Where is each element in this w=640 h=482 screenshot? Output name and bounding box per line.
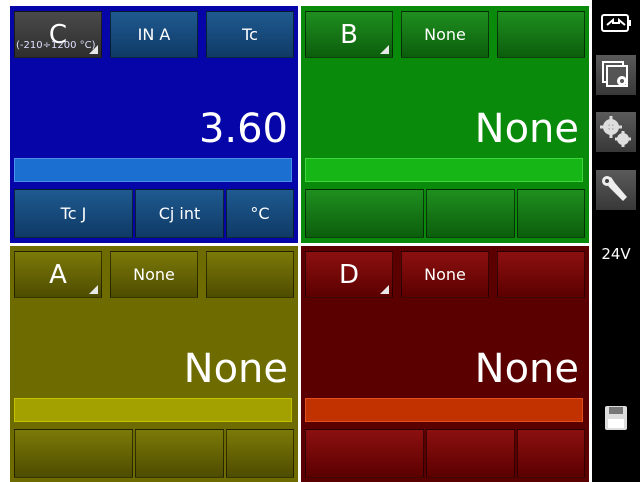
window-settings-icon [602, 61, 628, 87]
channel-a-mode-label: None [133, 265, 175, 284]
channel-a-reading: None [183, 346, 288, 392]
save-button[interactable] [596, 398, 636, 438]
corner-indicator-icon [380, 45, 389, 54]
wrench-icon [602, 176, 627, 201]
channel-c-unit-label: °C [250, 204, 270, 223]
channel-c-thermocouple-type-button[interactable]: Tc J [14, 189, 133, 238]
channel-a-option-1-button[interactable] [14, 429, 133, 478]
corner-indicator-icon [89, 285, 98, 294]
save-icon [605, 406, 627, 430]
corner-indicator-icon [380, 285, 389, 294]
channel-c-bar [14, 158, 292, 182]
channel-b-option-2-button[interactable] [426, 189, 515, 238]
channel-c-unit-button[interactable]: °C [226, 189, 294, 238]
channel-c-panel: C IN A Tc (-210÷1200 °C) 3.60 Tc J Cj in… [10, 6, 298, 243]
channel-a-sensor-button[interactable] [206, 251, 294, 298]
channel-d-panel: D None None [301, 246, 589, 482]
channel-b-mode-label: None [424, 25, 466, 44]
channel-d-option-3-button[interactable] [517, 429, 585, 478]
channel-c-cold-junction-button[interactable]: Cj int [135, 189, 224, 238]
channel-b-option-3-button[interactable] [517, 189, 585, 238]
channel-d-option-2-button[interactable] [426, 429, 515, 478]
channel-b-button[interactable]: B [305, 11, 393, 58]
power-plug-icon [601, 14, 631, 32]
channel-d-option-1-button[interactable] [305, 429, 424, 478]
channel-a-button[interactable]: A [14, 251, 102, 298]
channel-c-mode-label: IN A [137, 25, 171, 44]
channel-b-bar [305, 158, 583, 182]
channel-d-bar [305, 398, 583, 422]
channel-a-label: A [49, 259, 67, 290]
channel-d-mode-button[interactable]: None [401, 251, 489, 298]
channel-a-bar [14, 398, 292, 422]
channel-b-sensor-button[interactable] [497, 11, 585, 58]
channel-d-label: D [338, 259, 360, 290]
channel-c-reading: 3.60 [198, 106, 288, 152]
voltage-label: 24V [601, 245, 631, 263]
channel-c-sensor-label: Tc [242, 25, 258, 44]
gears-icon [600, 116, 631, 147]
voltage-24v-button[interactable]: 24V [596, 234, 636, 274]
channel-b-panel: B None None [301, 6, 589, 243]
channel-a-mode-button[interactable]: None [110, 251, 198, 298]
channel-d-button[interactable]: D [305, 251, 393, 298]
channel-c-thermocouple-type-label: Tc J [60, 204, 87, 223]
sidebar: 24V [592, 0, 640, 482]
channel-b-mode-button[interactable]: None [401, 11, 489, 58]
channel-b-label: B [340, 19, 358, 50]
channel-c-cold-junction-label: Cj int [158, 204, 201, 223]
window-settings-button[interactable] [596, 55, 636, 95]
channel-c-sensor-button[interactable]: Tc [206, 11, 294, 58]
system-settings-button[interactable] [596, 112, 636, 152]
power-button[interactable] [596, 8, 636, 38]
channel-a-option-3-button[interactable] [226, 429, 294, 478]
channel-b-option-1-button[interactable] [305, 189, 424, 238]
tools-button[interactable] [596, 170, 636, 210]
channel-c-mode-button[interactable]: IN A [110, 11, 198, 58]
channel-c-range: (-210÷1200 °C) [16, 40, 96, 51]
channel-a-option-2-button[interactable] [135, 429, 224, 478]
channel-d-reading: None [474, 346, 579, 392]
channel-a-panel: A None None [10, 246, 298, 482]
channel-d-sensor-button[interactable] [497, 251, 585, 298]
channel-b-reading: None [474, 106, 579, 152]
channel-d-mode-label: None [424, 265, 466, 284]
